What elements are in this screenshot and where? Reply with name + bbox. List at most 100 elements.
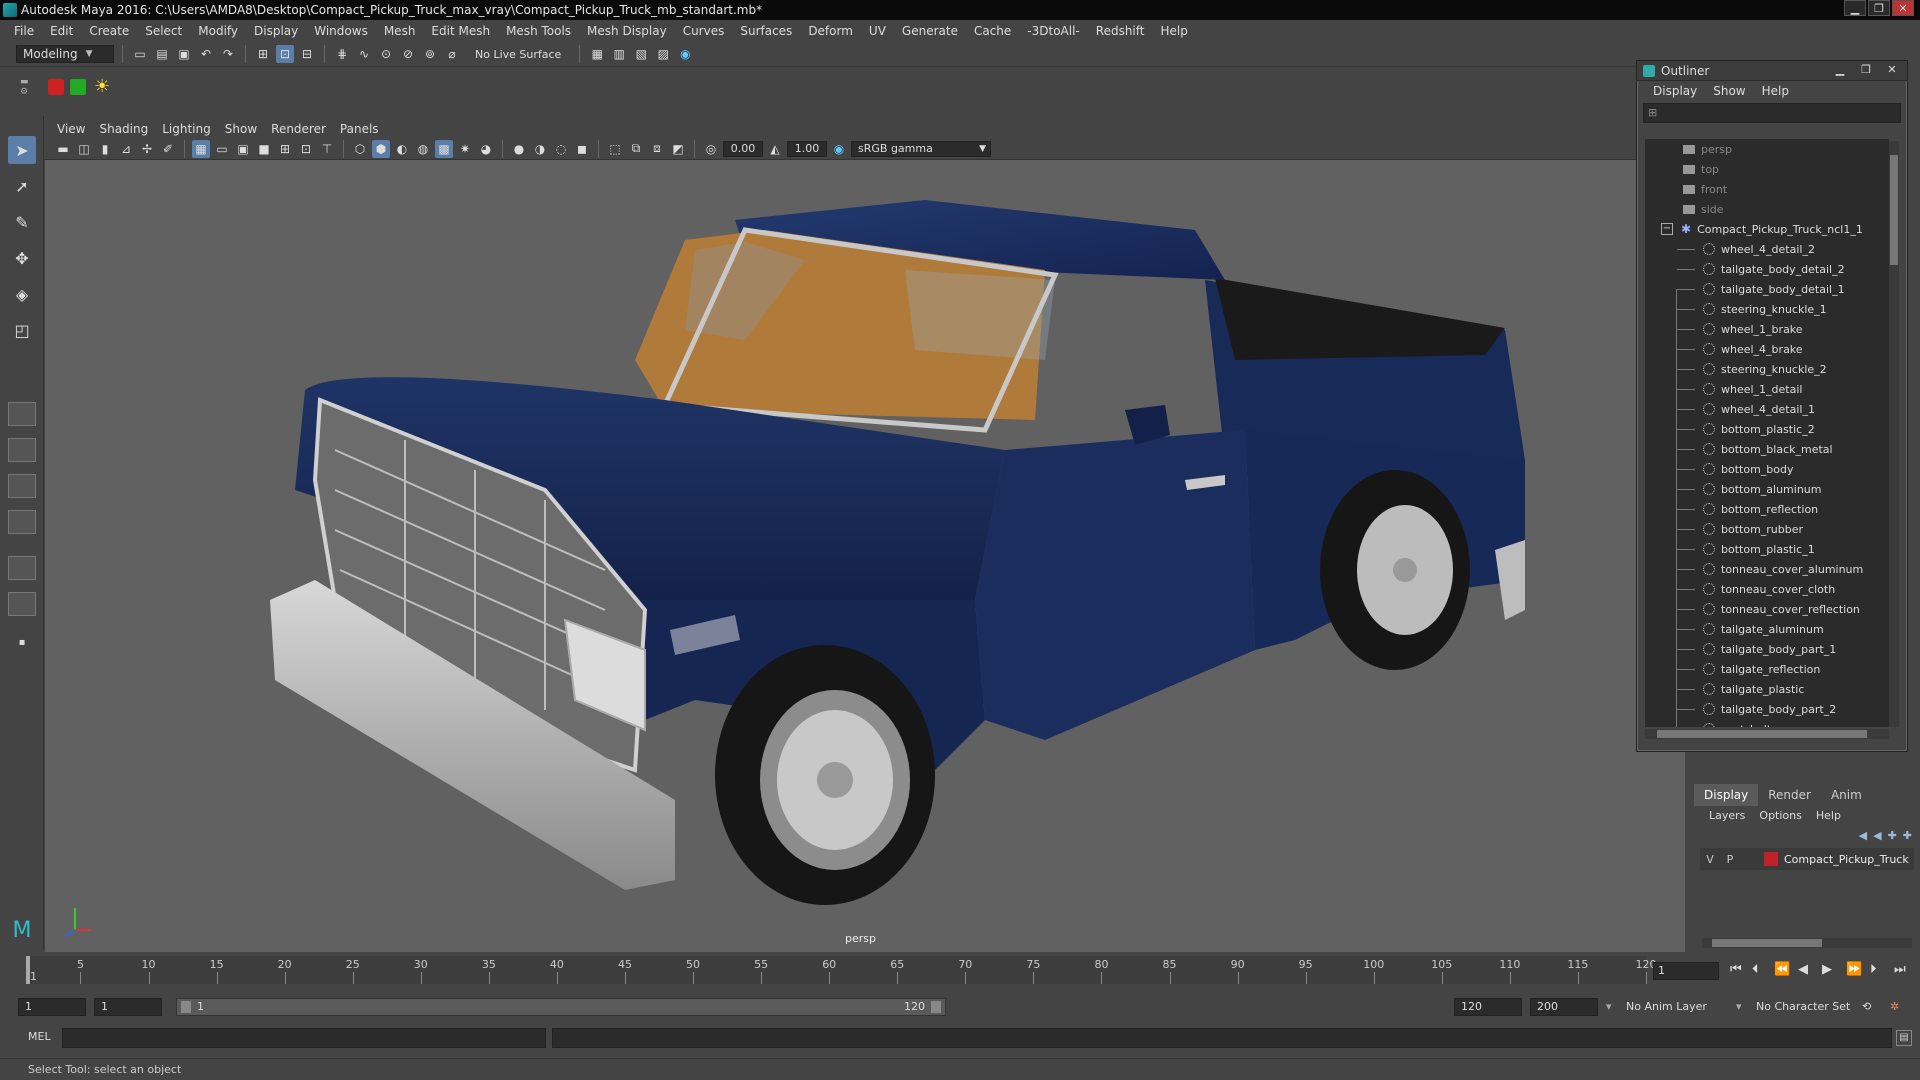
menu-deform[interactable]: Deform (800, 24, 861, 38)
live-surface-label[interactable]: No Live Surface (475, 48, 561, 61)
redo-icon[interactable]: ↷ (219, 45, 237, 63)
minimize-button[interactable]: ▁ (1844, 0, 1866, 16)
single-view-layout-icon[interactable] (8, 402, 36, 426)
save-scene-icon[interactable]: ▣ (175, 45, 193, 63)
outliner-menu-display[interactable]: Display (1645, 84, 1705, 98)
wireframe-on-shaded-icon[interactable]: ◐ (393, 140, 411, 158)
outliner-item[interactable]: bottom_plastic_1 (1645, 539, 1889, 559)
color-space-dropdown[interactable]: sRGB gamma ▼ (851, 140, 991, 157)
outliner-item[interactable]: bottom_body (1645, 459, 1889, 479)
layer-horizontal-scrollbar[interactable] (1702, 938, 1912, 948)
range-end-handle[interactable] (931, 1001, 941, 1013)
command-input[interactable] (62, 1028, 546, 1048)
outliner-close-button[interactable]: ✕ (1881, 63, 1903, 77)
exposure-field[interactable]: 0.00 (723, 140, 763, 157)
select-object-icon[interactable]: ⊡ (276, 45, 294, 63)
wireframe-icon[interactable]: ⬡ (351, 140, 369, 158)
xray-components-icon[interactable]: ⧈ (648, 140, 666, 158)
snap-view-icon[interactable]: ⊘ (399, 45, 417, 63)
layer-playback-toggle[interactable]: P (1720, 853, 1740, 866)
close-button[interactable]: ✕ (1892, 0, 1914, 16)
maximize-button[interactable]: ❐ (1868, 0, 1890, 16)
auto-key-icon[interactable]: ⟲ (1862, 998, 1871, 1016)
anti-alias-icon[interactable]: ◑ (531, 140, 549, 158)
scale-tool-icon[interactable]: ◰ (8, 316, 36, 344)
snap-surface-icon[interactable]: ⊚ (421, 45, 439, 63)
outliner-item[interactable]: bottom_plastic_2 (1645, 419, 1889, 439)
outliner-item[interactable]: tailgate_reflection (1645, 659, 1889, 679)
move-layer-down-icon[interactable]: ◀ (1873, 829, 1881, 842)
shelf-red-icon[interactable] (48, 79, 64, 95)
outliner-item[interactable]: steering_knuckle_2 (1645, 359, 1889, 379)
shelf-handle[interactable]: ▬ ⚙ (20, 77, 34, 109)
panel-menu-lighting[interactable]: Lighting (155, 122, 218, 136)
xray-icon[interactable]: ⬚ (606, 140, 624, 158)
textured-icon[interactable]: ◍ (414, 140, 432, 158)
outliner-item[interactable]: tailgate_body_part_1 (1645, 639, 1889, 659)
menu-cache[interactable]: Cache (966, 24, 1019, 38)
outliner-menu-show[interactable]: Show (1705, 84, 1753, 98)
outliner-item[interactable]: tailgate_plastic (1645, 679, 1889, 699)
safe-title-icon[interactable]: ⊤ (318, 140, 336, 158)
hypershade-icon[interactable]: ◉ (676, 45, 694, 63)
outliner-maximize-button[interactable]: ❐ (1855, 63, 1877, 77)
isolate-select-icon[interactable]: ◼ (573, 140, 591, 158)
outliner-item-front[interactable]: front (1645, 179, 1889, 199)
grid-icon[interactable]: ▦ (192, 139, 210, 158)
step-forward-frame-icon[interactable]: ⏵ (1870, 962, 1877, 977)
step-forward-key-icon[interactable]: ⏩ (1846, 962, 1862, 977)
outliner-item-side[interactable]: side (1645, 199, 1889, 219)
panel-menu-shading[interactable]: Shading (92, 122, 155, 136)
panel-menu-view[interactable]: View (50, 122, 92, 136)
snap-point-icon[interactable]: ⊙ (377, 45, 395, 63)
new-layer-selected-icon[interactable]: ✚ (1903, 829, 1912, 842)
select-component-icon[interactable]: ⊟ (298, 45, 316, 63)
motion-blur-icon[interactable]: ● (510, 140, 528, 158)
time-slider[interactable]: 1 5 10 15 20 25 30 35 40 45 50 55 60 65 70 75 80 85 90 95 10… (0, 952, 1920, 988)
outliner-item[interactable]: wheel_1_brake (1645, 319, 1889, 339)
gate-mask-icon[interactable]: ■ (255, 140, 273, 158)
more-layouts-icon[interactable]: ▪ (8, 628, 36, 656)
hypershade-layout-icon[interactable] (8, 592, 36, 616)
outliner-vertical-scrollbar[interactable] (1889, 141, 1899, 727)
field-chart-icon[interactable]: ⊞ (276, 140, 294, 158)
use-all-lights-icon[interactable]: ▩ (435, 139, 453, 158)
render-view-icon[interactable]: ▥ (610, 45, 628, 63)
step-back-frame-icon[interactable]: ⏴ (1752, 962, 1759, 977)
snap-grid-icon[interactable]: ⋕ (333, 45, 351, 63)
menu-uv[interactable]: UV (861, 24, 894, 38)
layer-visibility-toggle[interactable]: V (1700, 853, 1720, 866)
menu-file[interactable]: File (6, 24, 42, 38)
shelf-green-icon[interactable] (70, 79, 86, 95)
menu-windows[interactable]: Windows (306, 24, 376, 38)
layer-menu-layers[interactable]: Layers (1702, 809, 1752, 822)
smooth-shade-icon[interactable]: ⬢ (372, 139, 390, 158)
open-scene-icon[interactable]: ▤ (153, 45, 171, 63)
menu-redshift[interactable]: Redshift (1088, 24, 1153, 38)
outliner-item-top[interactable]: top (1645, 159, 1889, 179)
play-forwards-icon[interactable]: ▶ (1822, 962, 1832, 977)
outliner-item[interactable]: tailgate_aluminum (1645, 619, 1889, 639)
menu-mesh-display[interactable]: Mesh Display (579, 24, 675, 38)
outliner-minimize-button[interactable]: ▁ (1829, 63, 1851, 77)
outliner-item[interactable]: bottom_rubber (1645, 519, 1889, 539)
outliner-item[interactable]: bottom_reflection (1645, 499, 1889, 519)
new-scene-icon[interactable]: ▭ (131, 45, 149, 63)
image-plane-icon[interactable]: ⊿ (117, 140, 135, 158)
outliner-item[interactable]: wheel_4_brake (1645, 339, 1889, 359)
scrollbar-thumb[interactable] (1890, 155, 1898, 265)
tab-anim[interactable]: Anim (1821, 784, 1872, 806)
move-layer-up-icon[interactable]: ◀ (1859, 829, 1867, 842)
exposure-icon[interactable]: ◎ (702, 140, 720, 158)
chevron-down-icon[interactable]: ▾ (1736, 998, 1742, 1016)
playback-start-field[interactable]: 1 (94, 998, 162, 1016)
two-view-layout-icon[interactable] (8, 474, 36, 498)
outliner-item[interactable]: tailgate_body_detail_1 (1645, 279, 1889, 299)
current-frame-field[interactable]: 1 (1653, 962, 1719, 980)
script-language-label[interactable]: MEL (28, 1030, 51, 1043)
tab-display[interactable]: Display (1694, 784, 1759, 806)
two-d-pan-icon[interactable]: ✢ (138, 140, 156, 158)
select-hierarchy-icon[interactable]: ⊞ (254, 45, 272, 63)
shadows-icon[interactable]: ✷ (456, 140, 474, 158)
outliner-item[interactable]: wheel_4_detail_2 (1645, 239, 1889, 259)
